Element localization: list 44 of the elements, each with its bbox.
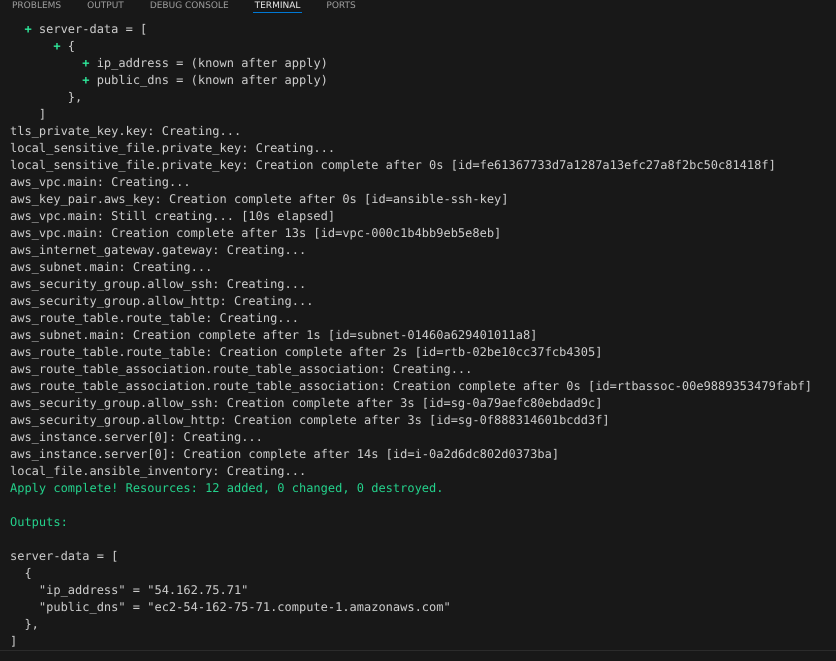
terminal-line: aws_security_group.allow_ssh: Creating... (10, 277, 306, 291)
terminal-line: aws_instance.server[0]: Creating... (10, 430, 263, 444)
terminal-line: local_sensitive_file.private_key: Creating... (10, 141, 336, 155)
terminal-line: Apply complete! Resources: 12 added, 0 changed, 0 destroyed. (10, 481, 444, 495)
terminal-line: ] (10, 634, 18, 648)
panel-tab[interactable]: PROBLEMS (10, 0, 64, 13)
terminal-line: aws_route_table.route_table: Creating... (10, 311, 299, 325)
plus-sign: + (53, 39, 61, 53)
terminal-line: server-data = [ (38, 22, 148, 36)
terminal-line: ip_address = (known after apply) (96, 56, 328, 70)
terminal-line: aws_route_table_association.route_table_association: Creation complete after 0s [id=rtbassoc-00e9889353479fabf] (10, 379, 812, 393)
terminal-line: public_dns = (known after apply) (96, 73, 328, 87)
terminal-line: }, (24, 617, 39, 631)
terminal-line: aws_vpc.main: Still creating... [10s elapsed] (10, 209, 336, 223)
terminal-line: aws_internet_gateway.gateway: Creating... (10, 243, 306, 257)
terminal-line: aws_route_table_association.route_table_association: Creating... (10, 362, 472, 376)
terminal-line: aws_vpc.main: Creating... (10, 175, 191, 189)
outputs-heading: Outputs: (10, 515, 68, 529)
plus-sign: + (24, 22, 32, 36)
terminal-line: { (24, 566, 32, 580)
terminal-line: aws_security_group.allow_http: Creation complete after 3s [id=sg-0f888314601bcdd3f] (10, 413, 610, 427)
terminal-line: aws_key_pair.aws_key: Creation complete after 0s [id=ansible-ssh-key] (10, 192, 508, 206)
terminal-line: local_sensitive_file.private_key: Creation complete after 0s [id=fe61367733d7a1287a13efc27a8f2bc50c81418f] (10, 158, 776, 172)
terminal-line: server-data = [ (10, 549, 118, 563)
terminal-line: "ip_address" = "54.162.75.71" (38, 583, 248, 597)
panel-tab[interactable]: PORTS (324, 0, 358, 13)
plus-sign: + (82, 56, 90, 70)
terminal-line: aws_route_table.route_table: Creation complete after 2s [id=rtb-02be10cc37fcb4305] (10, 345, 602, 359)
terminal-line: local_file.ansible_inventory: Creating... (10, 464, 306, 478)
terminal-line: }, (68, 90, 82, 104)
terminal-line: aws_security_group.allow_http: Creating... (10, 294, 314, 308)
panel-tab[interactable]: TERMINAL (252, 0, 302, 13)
plus-sign: + (82, 73, 90, 87)
terminal-line: aws_instance.server[0]: Creation complete after 14s [id=i-0a2d6dc802d0373ba] (10, 447, 560, 461)
terminal-line: ] (38, 107, 46, 121)
terminal-line: tls_private_key.key: Creating... (10, 124, 242, 138)
panel-tab[interactable]: OUTPUT (85, 0, 126, 13)
panel-tab[interactable]: DEBUG CONSOLE (148, 0, 231, 13)
terminal-line: "public_dns" = "ec2-54-162-75-71.compute-1.amazonaws.com" (38, 600, 451, 614)
terminal-line: aws_subnet.main: Creation complete after 1s [id=subnet-01460a629401011a8] (10, 328, 538, 342)
terminal-line: aws_security_group.allow_ssh: Creation complete after 3s [id=sg-0a79aefc80ebdad9c] (10, 396, 602, 410)
terminal-line: { (68, 39, 76, 53)
terminal-line: aws_subnet.main: Creating... (10, 260, 212, 274)
terminal-line: aws_vpc.main: Creation complete after 13s [id=vpc-000c1b4bb9eb5e8eb] (10, 226, 502, 240)
